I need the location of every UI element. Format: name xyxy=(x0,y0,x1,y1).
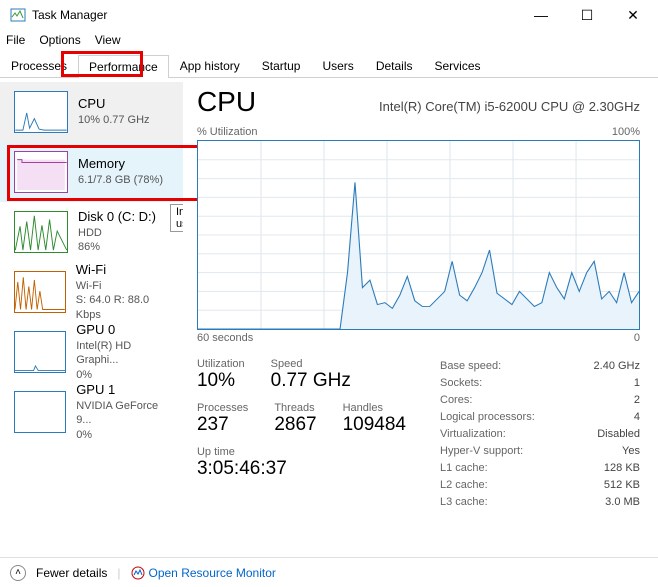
virt-v: Disabled xyxy=(597,426,640,443)
sockets-v: 1 xyxy=(634,375,640,392)
hnd-label: Handles xyxy=(343,402,406,414)
wifi-sparkline-icon xyxy=(14,271,66,313)
sidebar-disk-label: Disk 0 (C: D:) xyxy=(78,209,156,226)
sidebar-cpu-label: CPU xyxy=(78,96,150,113)
memory-sparkline-icon xyxy=(14,151,68,193)
sidebar-wifi-label: Wi-Fi xyxy=(76,262,173,279)
sidebar-item-disk[interactable]: Disk 0 (C: D:) HDD 86% In use xyxy=(0,202,183,262)
chart-ymax: 100% xyxy=(612,126,640,138)
sidebar: CPU 10% 0.77 GHz Memory 6.1/7.8 GB (78%)… xyxy=(0,78,183,558)
cores-v: 2 xyxy=(634,392,640,409)
minimize-button[interactable]: — xyxy=(518,0,564,30)
tab-processes[interactable]: Processes xyxy=(0,54,78,77)
util-value: 10% xyxy=(197,370,245,392)
utilization-chart[interactable] xyxy=(197,140,640,330)
l3-v: 3.0 MB xyxy=(605,494,640,511)
sidebar-gpu1-sub2: 0% xyxy=(76,428,173,442)
sockets-k: Sockets: xyxy=(440,375,482,392)
l3-k: L3 cache: xyxy=(440,494,488,511)
lp-k: Logical processors: xyxy=(440,409,535,426)
sidebar-gpu0-label: GPU 0 xyxy=(76,322,173,339)
resource-monitor-icon xyxy=(131,566,145,580)
thr-label: Threads xyxy=(274,402,316,414)
tab-services[interactable]: Services xyxy=(424,54,492,77)
window-titlebar: Task Manager — ☐ ✕ xyxy=(0,0,658,30)
tab-app-history[interactable]: App history xyxy=(169,54,251,77)
sidebar-item-gpu0[interactable]: GPU 0 Intel(R) HD Graphi... 0% xyxy=(0,322,183,382)
chart-xlabel: 60 seconds xyxy=(197,332,253,344)
sidebar-cpu-sub: 10% 0.77 GHz xyxy=(78,113,150,127)
disk-sparkline-icon xyxy=(14,211,68,253)
tab-performance[interactable]: Performance xyxy=(78,55,169,78)
sidebar-disk-sub2: 86% xyxy=(78,240,156,254)
tooltip-in-use: In use xyxy=(170,204,183,232)
hnd-value: 109484 xyxy=(343,414,406,436)
sidebar-item-memory[interactable]: Memory 6.1/7.8 GB (78%) xyxy=(0,142,183,202)
cpu-model: Intel(R) Core(TM) i5-6200U CPU @ 2.30GHz xyxy=(379,99,640,114)
sidebar-gpu0-sub: Intel(R) HD Graphi... xyxy=(76,339,173,368)
l1-k: L1 cache: xyxy=(440,460,488,477)
sidebar-memory-label: Memory xyxy=(78,156,163,173)
sidebar-gpu0-sub2: 0% xyxy=(76,368,173,382)
hv-k: Hyper-V support: xyxy=(440,443,523,460)
detail-title: CPU xyxy=(197,86,256,118)
sidebar-item-gpu1[interactable]: GPU 1 NVIDIA GeForce 9... 0% xyxy=(0,382,183,442)
tab-details[interactable]: Details xyxy=(365,54,424,77)
fewer-details-link[interactable]: Fewer details xyxy=(36,566,107,580)
detail-pane: CPU Intel(R) Core(TM) i5-6200U CPU @ 2.3… xyxy=(183,78,658,558)
hv-v: Yes xyxy=(622,443,640,460)
tab-startup[interactable]: Startup xyxy=(251,54,312,77)
footer: ˄ Fewer details | Open Resource Monitor xyxy=(0,557,658,587)
gpu0-sparkline-icon xyxy=(14,331,66,373)
virt-k: Virtualization: xyxy=(440,426,506,443)
sidebar-item-cpu[interactable]: CPU 10% 0.77 GHz xyxy=(0,82,183,142)
tab-users[interactable]: Users xyxy=(311,54,364,77)
maximize-button[interactable]: ☐ xyxy=(564,0,610,30)
chart-xmin: 0 xyxy=(634,332,640,344)
menu-options[interactable]: Options xyxy=(39,33,80,47)
sidebar-wifi-sub2: S: 64.0 R: 88.0 Kbps xyxy=(76,293,173,322)
open-resource-monitor-link[interactable]: Open Resource Monitor xyxy=(131,566,276,580)
menu-view[interactable]: View xyxy=(95,33,121,47)
cpu-sparkline-icon xyxy=(14,91,68,133)
proc-value: 237 xyxy=(197,414,248,436)
sidebar-gpu1-sub: NVIDIA GeForce 9... xyxy=(76,399,173,428)
proc-label: Processes xyxy=(197,402,248,414)
sidebar-memory-sub: 6.1/7.8 GB (78%) xyxy=(78,173,163,187)
chart-ylabel: % Utilization xyxy=(197,126,258,138)
lp-v: 4 xyxy=(634,409,640,426)
menu-file[interactable]: File xyxy=(6,33,25,47)
tab-strip: Processes Performance App history Startu… xyxy=(0,54,658,78)
sidebar-disk-sub: HDD xyxy=(78,226,156,240)
chevron-up-icon[interactable]: ˄ xyxy=(10,565,26,581)
window-title: Task Manager xyxy=(32,8,518,22)
speed-value: 0.77 GHz xyxy=(271,370,351,392)
sidebar-gpu1-label: GPU 1 xyxy=(76,382,173,399)
util-label: Utilization xyxy=(197,358,245,370)
close-button[interactable]: ✕ xyxy=(610,0,656,30)
uptime-label: Up time xyxy=(197,446,406,458)
base-speed-v: 2.40 GHz xyxy=(594,358,640,375)
gpu1-sparkline-icon xyxy=(14,391,66,433)
thr-value: 2867 xyxy=(274,414,316,436)
menubar: File Options View xyxy=(0,30,658,50)
l2-v: 512 KB xyxy=(604,477,640,494)
uptime-value: 3:05:46:37 xyxy=(197,458,406,480)
l1-v: 128 KB xyxy=(604,460,640,477)
cores-k: Cores: xyxy=(440,392,472,409)
base-speed-k: Base speed: xyxy=(440,358,501,375)
l2-k: L2 cache: xyxy=(440,477,488,494)
sidebar-wifi-sub: Wi-Fi xyxy=(76,279,173,293)
speed-label: Speed xyxy=(271,358,351,370)
sidebar-item-wifi[interactable]: Wi-Fi Wi-Fi S: 64.0 R: 88.0 Kbps xyxy=(0,262,183,322)
task-manager-icon xyxy=(10,7,26,23)
